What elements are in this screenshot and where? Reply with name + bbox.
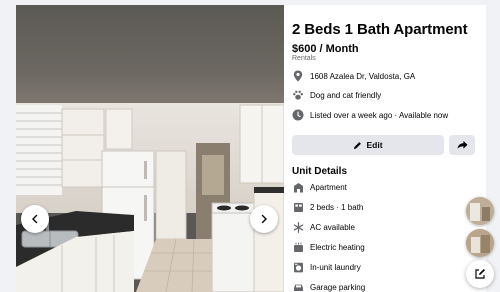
address-text: 1608 Azalea Dr, Valdosta, GA [310,71,416,81]
washer-icon [292,262,304,274]
detail-row-parking: Garage parking [292,281,365,292]
paw-icon [292,89,304,101]
address-row[interactable]: 1608 Azalea Dr, Valdosta, GA [292,69,415,83]
clock-icon [292,109,304,121]
detail-heating-text: Electric heating [310,243,365,252]
snowflake-icon [292,222,304,234]
detail-row-ac: AC available [292,221,355,234]
left-margin [0,0,16,292]
previous-photo-button[interactable] [21,205,49,233]
listed-row: Listed over a week ago · Available now [292,108,448,122]
listing-photo[interactable] [16,5,284,292]
location-pin-icon [292,70,304,82]
detail-type-text: Apartment [310,183,347,192]
listed-text: Listed over a week ago · Available now [310,110,449,120]
new-message-button[interactable] [466,260,494,288]
chat-head-avatar[interactable] [466,197,494,225]
chevron-right-icon [261,214,267,224]
heater-icon [292,242,304,254]
unit-details-heading: Unit Details [292,166,348,177]
pets-row: Dog and cat friendly [292,88,381,102]
listing-title: 2 Beds 1 Bath Apartment [292,21,468,38]
pets-text: Dog and cat friendly [310,90,382,100]
detail-laundry-text: In-unit laundry [310,263,361,272]
chevron-left-icon [32,214,38,224]
share-arrow-icon [457,140,468,149]
detail-beds-text: 2 beds · 1 bath [310,203,364,212]
edit-listing-button[interactable]: Edit [292,135,444,155]
next-photo-button[interactable] [250,205,278,233]
detail-ac-text: AC available [310,223,355,232]
detail-parking-text: Garage parking [310,283,366,292]
detail-row-beds: 2 beds · 1 bath [292,201,363,214]
chat-head-avatar[interactable] [466,229,494,257]
listing-price: $600 / Month [292,43,359,55]
detail-row-heating: Electric heating [292,241,365,254]
pencil-icon [354,141,362,149]
listing-details-panel: 2 Beds 1 Bath Apartment $600 / Month Ren… [284,5,486,292]
detail-row-laundry: In-unit laundry [292,261,361,274]
detail-row-type: Apartment [292,181,347,194]
car-icon [292,282,304,292]
listing-category[interactable]: Rentals [292,55,316,62]
bed-icon [292,202,304,214]
edit-label: Edit [366,140,383,150]
building-icon [292,182,304,194]
share-button[interactable] [449,135,475,155]
compose-icon [475,269,485,279]
